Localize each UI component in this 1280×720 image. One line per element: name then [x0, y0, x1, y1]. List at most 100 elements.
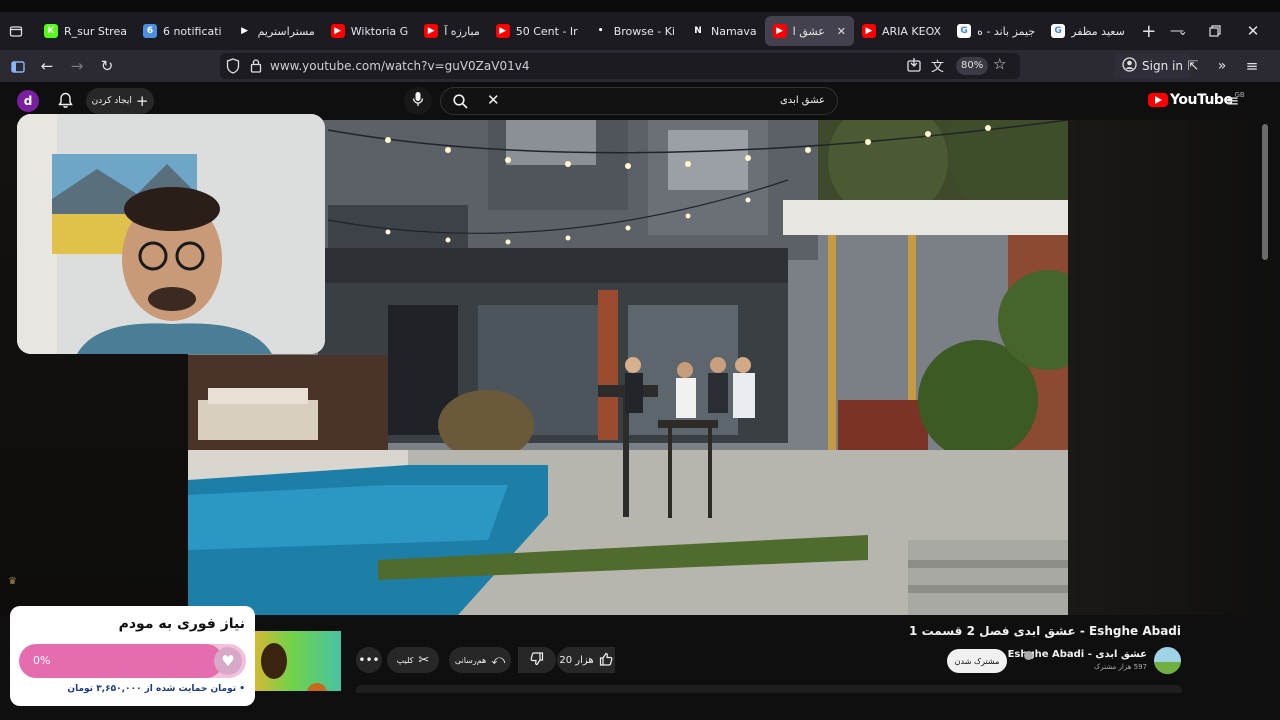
more-actions-button[interactable]: ••• — [356, 647, 382, 673]
address-bar[interactable]: www.youtube.com/watch?v=guV0ZaV01v4 文 80… — [220, 53, 1020, 79]
avatar[interactable]: d — [17, 90, 39, 112]
voice-search-button[interactable] — [404, 87, 432, 115]
clip-button[interactable]: کلیپ ✂ — [387, 647, 439, 673]
tab-favicon-icon: ▶ — [424, 24, 439, 38]
sidebar-toggle-icon[interactable] — [4, 52, 32, 80]
scrollbar-thumb[interactable] — [1262, 124, 1268, 260]
notifications-bell-icon[interactable] — [58, 92, 73, 113]
microphone-icon — [412, 91, 424, 111]
webcam-frame — [17, 114, 325, 354]
share-arrow-icon: ⤺ — [491, 652, 506, 668]
browser-tab-8[interactable]: ▶ عشق ا ✕ — [764, 16, 854, 46]
tab-list: K R_sur Strea 6 6 notificati ▶ مستراستریم ▶ Wik… — [36, 12, 1133, 50]
tab-favicon-icon: ▶ — [772, 24, 787, 38]
search-box[interactable]: ✕ عشق ابدی — [440, 87, 838, 115]
app-menu-icon[interactable]: ≡ — [1238, 52, 1266, 80]
browser-tab-9[interactable]: ▶ ARIA KEOX — [854, 16, 949, 46]
browser-tab-strip: K R_sur Strea 6 6 notificati ▶ مستراستریم ▶ Wik… — [0, 12, 1280, 50]
tab-title: مبارزه آ — [444, 24, 480, 38]
channel-avatar[interactable] — [1154, 647, 1181, 674]
tab-title: R_sur Strea — [64, 24, 127, 38]
more-horizontal-icon: ••• — [358, 653, 380, 667]
close-tab-icon[interactable]: ✕ — [837, 25, 846, 38]
extensions-icon[interactable]: ⇱ — [1179, 52, 1207, 80]
verified-badge-icon — [1024, 651, 1033, 660]
sign-in-label: Sign in — [1142, 59, 1183, 73]
tab-favicon-icon: ▶ — [237, 24, 252, 38]
restore-window-button[interactable] — [1201, 17, 1229, 45]
lock-icon[interactable] — [250, 58, 262, 77]
tab-favicon-icon: ▶ — [862, 24, 876, 38]
related-thumbnail[interactable] — [253, 631, 341, 691]
decorative-logo-icon: ♛ — [8, 576, 17, 587]
tab-title: مستراستریم — [257, 24, 315, 38]
save-page-icon[interactable] — [906, 57, 922, 77]
guide-menu-icon[interactable]: ≡ — [1226, 91, 1239, 110]
share-button[interactable]: هم‌رسانی ⤺ — [449, 647, 511, 673]
plus-icon: + — [135, 92, 149, 110]
donation-goal-widget: نیاز فوری به مودم 0% ♥ • تومان حمایت شده… — [10, 606, 255, 706]
url-text[interactable]: www.youtube.com/watch?v=guV0ZaV01v4 — [270, 59, 529, 73]
browser-tab-2[interactable]: ▶ مستراستریم — [230, 16, 323, 46]
account-icon — [1122, 56, 1137, 76]
dislike-button[interactable] — [518, 647, 556, 673]
tab-title: جیمز باند - ه — [977, 24, 1036, 38]
forward-button[interactable]: → — [63, 52, 91, 80]
tab-title: عشق ا — [792, 24, 825, 38]
youtube-logo-text: YouTube — [1170, 92, 1233, 108]
tab-favicon-icon: G — [1051, 24, 1066, 38]
browser-nav-bar: ← → ↻ www.youtube.com/watch?v=guV0ZaV01v… — [0, 50, 1280, 82]
minimize-window-button[interactable]: — — [1163, 17, 1191, 45]
scissors-icon: ✂ — [418, 652, 430, 668]
tab-favicon-icon: ▶ — [495, 24, 510, 38]
shield-icon[interactable] — [226, 58, 240, 78]
tab-favicon-icon: K — [44, 24, 58, 38]
tab-title: 50 Cent - Ir — [515, 24, 578, 38]
heart-icon: ♥ — [214, 647, 242, 675]
tab-favicon-icon: • — [593, 24, 608, 38]
browser-tab-0[interactable]: K R_sur Strea — [36, 16, 135, 46]
browser-tab-11[interactable]: G سعید مظفر — [1043, 16, 1133, 46]
donation-progress-track: 0% ♥ — [19, 644, 246, 678]
tab-title: 6 notificati — [162, 24, 222, 38]
tab-favicon-icon: 6 — [142, 24, 157, 38]
bookmark-star-icon[interactable]: ☆ — [993, 55, 1006, 73]
browser-tab-4[interactable]: ▶ مبارزه آ — [416, 16, 488, 46]
search-input[interactable]: عشق ابدی — [780, 95, 825, 106]
like-button[interactable]: 20 هزار — [557, 647, 615, 673]
share-label: هم‌رسانی — [454, 655, 487, 665]
subscriber-count: 597 هزار مشترک — [1094, 663, 1147, 671]
zoom-level-badge[interactable]: 80% — [956, 57, 989, 75]
close-window-button[interactable]: ✕ — [1239, 17, 1267, 45]
search-icon[interactable] — [453, 94, 468, 113]
subscribe-button[interactable]: مشترک شدن — [947, 649, 1007, 673]
tab-title: Wiktoria G — [350, 24, 409, 38]
thumbs-up-icon — [599, 652, 613, 669]
thumbs-down-icon — [530, 651, 544, 669]
tab-favicon-icon: N — [690, 24, 705, 38]
streamer-webcam — [17, 114, 325, 354]
tab-overview-icon[interactable] — [2, 17, 30, 45]
tab-title: Namava — [710, 24, 757, 38]
translate-icon[interactable]: 文 — [931, 56, 944, 75]
tab-favicon-icon: G — [957, 24, 972, 38]
browser-tab-7[interactable]: N Namava — [683, 16, 765, 46]
youtube-play-icon — [1148, 93, 1168, 107]
donation-title: نیاز فوری به مودم — [118, 616, 245, 632]
browser-tab-5[interactable]: ▶ 50 Cent - Ir — [488, 16, 586, 46]
back-button[interactable]: ← — [33, 52, 61, 80]
browser-tab-1[interactable]: 6 6 notificati — [135, 16, 230, 46]
tab-favicon-icon: ▶ — [330, 24, 345, 38]
browser-tab-6[interactable]: • Browse - Ki — [586, 16, 683, 46]
new-tab-button[interactable]: + — [1135, 17, 1163, 45]
tab-title: ARIA KEOX — [882, 24, 942, 38]
create-button[interactable]: ایجاد کردن + — [86, 88, 154, 114]
description-box-edge — [356, 685, 1182, 693]
donation-supported-text: • تومان حمایت شده از ۳,۶۵۰,۰۰۰ تومان — [67, 684, 245, 694]
browser-tab-3[interactable]: ▶ Wiktoria G — [323, 16, 416, 46]
browser-tab-10[interactable]: G جیمز باند - ه — [949, 16, 1043, 46]
video-title: Eshghe Abadi - عشق ابدی فصل 2 قسمت 1 — [909, 624, 1181, 638]
reload-button[interactable]: ↻ — [93, 52, 121, 80]
more-tools-icon[interactable]: » — [1208, 52, 1236, 80]
clear-search-icon[interactable]: ✕ — [487, 91, 500, 109]
